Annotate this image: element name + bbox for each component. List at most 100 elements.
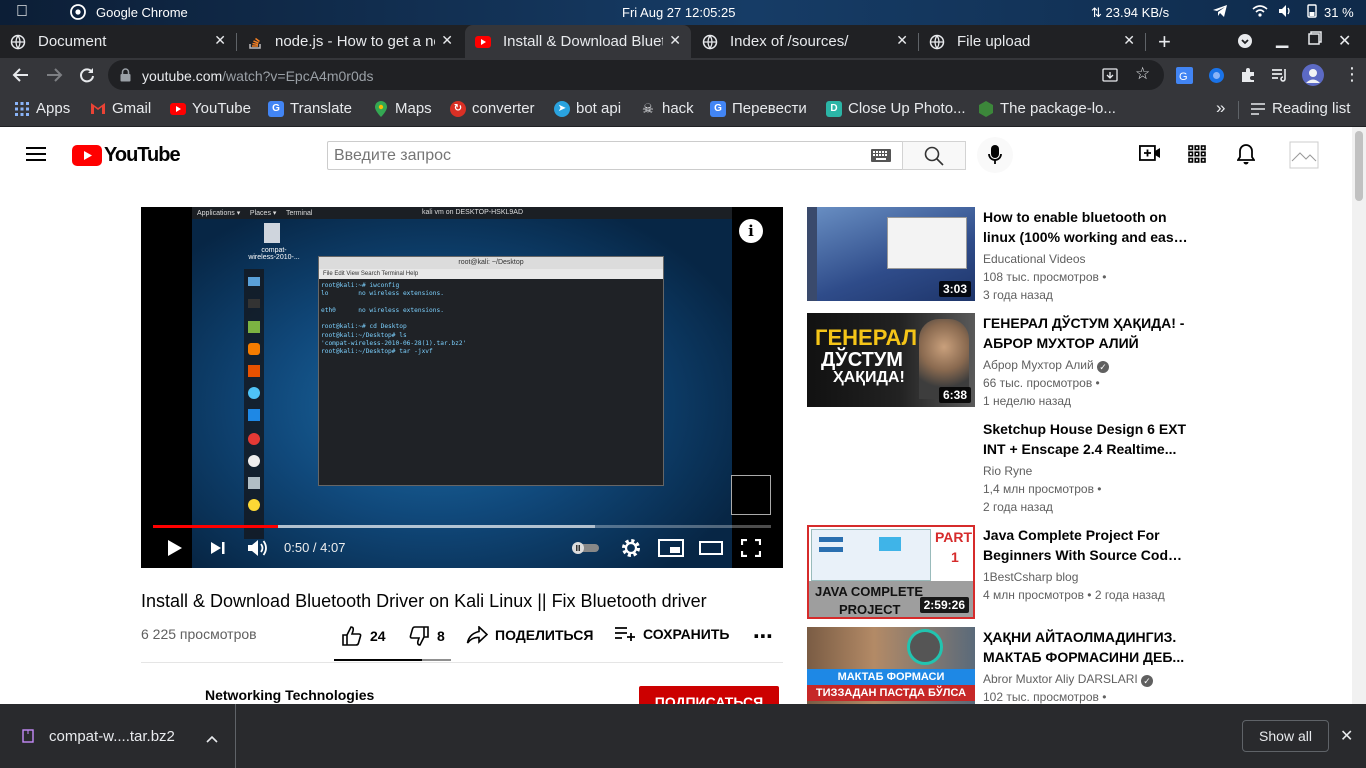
bookmark-bot-api[interactable]: ➤ bot api bbox=[554, 100, 621, 117]
close-tab-icon[interactable]: ✕ bbox=[214, 32, 226, 49]
bookmark-converter[interactable]: ↻ converter bbox=[450, 100, 535, 117]
create-video-icon[interactable] bbox=[1138, 144, 1161, 167]
next-video-icon[interactable] bbox=[210, 541, 226, 560]
bookmark-youtube[interactable]: YouTube bbox=[170, 100, 251, 117]
close-tab-icon[interactable]: ✕ bbox=[441, 32, 453, 49]
voice-search-button[interactable] bbox=[977, 137, 1013, 173]
recommendation-title[interactable]: ГЕНЕРАЛ ДЎСТУМ ҲАҚИДА! - АБРОР МУХТОР АЛИ… bbox=[983, 313, 1188, 353]
google-translate-ext-icon[interactable]: G bbox=[1176, 67, 1193, 89]
share-button[interactable]: ПОДЕЛИТЬСЯ bbox=[466, 626, 593, 644]
media-control-icon[interactable] bbox=[1271, 68, 1288, 88]
recommendation-item[interactable]: Sketchup House Design 6 EXT INT + Enscape… bbox=[807, 419, 1227, 519]
bookmark-close-up-photo[interactable]: D Close Up Photo... bbox=[826, 100, 966, 117]
bookmark-apps[interactable]: Apps bbox=[14, 100, 70, 117]
reload-icon[interactable] bbox=[78, 66, 96, 89]
more-actions-icon[interactable]: ⋯ bbox=[753, 624, 773, 649]
video-thumbnail[interactable] bbox=[807, 419, 975, 513]
progress-bar[interactable] bbox=[153, 525, 771, 528]
address-bar[interactable]: youtube.com/watch?v=EpcA4m0r0ds ☆ bbox=[108, 60, 1164, 90]
wifi-icon[interactable] bbox=[1252, 4, 1268, 21]
tab-youtube-video[interactable]: Install & Download Bluet ✕ bbox=[465, 25, 691, 58]
recommendation-channel[interactable]: 1BestCsharp blog bbox=[983, 570, 1078, 584]
recommendation-channel[interactable]: Rio Ryne bbox=[983, 464, 1032, 478]
reading-list-button[interactable]: Reading list bbox=[1250, 100, 1350, 117]
keyboard-icon[interactable] bbox=[871, 149, 891, 167]
recommendation-item[interactable]: 3:03 How to enable bluetooth on linux (10… bbox=[807, 207, 1227, 307]
tab-index-sources[interactable]: Index of /sources/ ✕ bbox=[692, 25, 918, 58]
recommendation-title[interactable]: ҲАҚНИ АЙТАОЛМАДИНГИЗ. МАКТАБ ФОРМАСИНИ ДЕ… bbox=[983, 627, 1188, 667]
bookmark-gmail[interactable]: Gmail bbox=[90, 100, 151, 117]
settings-gear-icon[interactable] bbox=[621, 538, 641, 563]
video-player[interactable]: Applications ▾ Places ▾ Terminal kali vm… bbox=[141, 207, 783, 568]
tab-document[interactable]: Document ✕ bbox=[0, 25, 236, 58]
bookmark-star-icon[interactable]: ☆ bbox=[1135, 64, 1150, 84]
volume-icon[interactable] bbox=[1278, 4, 1294, 21]
recommendation-title[interactable]: Java Complete Project For Beginners With … bbox=[983, 525, 1188, 565]
channel-name[interactable]: Networking Technologies bbox=[205, 687, 374, 703]
close-download-shelf-icon[interactable]: ✕ bbox=[1340, 726, 1353, 746]
recommendation-item[interactable]: PART 1 JAVA COMPLETE PROJECT 2:59:26 Jav… bbox=[807, 525, 1227, 625]
play-icon[interactable] bbox=[167, 539, 183, 562]
video-thumbnail[interactable]: ГЕНЕРАЛ ДЎСТУМ ҲАҚИДА! 6:38 bbox=[807, 313, 975, 407]
miniplayer-icon[interactable] bbox=[658, 539, 684, 562]
info-icon[interactable]: i bbox=[739, 219, 763, 243]
apps-grid-icon[interactable] bbox=[1188, 145, 1206, 168]
close-tab-icon[interactable]: ✕ bbox=[669, 32, 681, 49]
subscribe-button[interactable]: ПОДПИСАТЬСЯ bbox=[639, 686, 779, 704]
new-tab-plus-icon[interactable]: + bbox=[1158, 29, 1171, 55]
save-button[interactable]: СОХРАНИТЬ bbox=[614, 626, 729, 642]
show-all-downloads-button[interactable]: Show all bbox=[1242, 720, 1329, 752]
video-thumbnail[interactable]: 3:03 bbox=[807, 207, 975, 301]
download-item[interactable]: compat-w....tar.bz2 bbox=[0, 704, 236, 768]
bookmark-perevesti[interactable]: G Перевести bbox=[710, 100, 807, 117]
tab-file-upload[interactable]: File upload ✕ bbox=[919, 25, 1145, 58]
end-card-thumbnail[interactable] bbox=[731, 475, 771, 515]
maximize-icon[interactable] bbox=[1308, 31, 1322, 49]
theater-mode-icon[interactable] bbox=[699, 540, 723, 561]
autoplay-toggle[interactable] bbox=[571, 541, 601, 560]
recommendation-channel[interactable]: Abror Muxtor Aliy DARSLARI ✓ bbox=[983, 672, 1154, 687]
recommendation-title[interactable]: How to enable bluetooth on linux (100% wo… bbox=[983, 207, 1188, 247]
fullscreen-icon[interactable] bbox=[740, 538, 762, 562]
close-window-icon[interactable]: ✕ bbox=[1338, 31, 1351, 51]
chrome-menu-icon[interactable]: ⋮ bbox=[1343, 64, 1361, 85]
bookmark-hack[interactable]: ☠ hack bbox=[640, 100, 694, 117]
recommendation-channel[interactable]: Educational Videos bbox=[983, 252, 1086, 266]
telegram-icon[interactable] bbox=[1212, 4, 1228, 21]
more-bookmarks-chevron-icon[interactable]: » bbox=[1216, 98, 1225, 118]
bookmark-package-lock[interactable]: The package-lo... bbox=[978, 100, 1116, 117]
dislike-button[interactable]: 8 bbox=[409, 626, 445, 646]
minimize-icon[interactable]: ▁ bbox=[1276, 29, 1288, 49]
scrollbar-thumb[interactable] bbox=[1355, 131, 1363, 201]
search-button[interactable] bbox=[902, 141, 966, 170]
tab-title: File upload bbox=[957, 33, 1031, 50]
like-button[interactable]: 24 bbox=[342, 626, 386, 646]
chevron-up-icon[interactable] bbox=[206, 730, 218, 748]
tab-nodejs[interactable]: node.js - How to get a nod ✕ bbox=[237, 25, 463, 58]
apple-icon[interactable]:  bbox=[16, 3, 28, 21]
recommendation-channel[interactable]: Аброр Мухтор Алий ✓ bbox=[983, 358, 1110, 373]
youtube-logo[interactable]: YouTube bbox=[72, 144, 181, 167]
battery-icon[interactable] bbox=[1304, 4, 1320, 21]
lock-icon[interactable] bbox=[120, 68, 131, 87]
forward-arrow-icon[interactable] bbox=[45, 66, 63, 89]
extensions-puzzle-icon[interactable] bbox=[1240, 67, 1256, 88]
search-input[interactable] bbox=[328, 142, 848, 169]
hamburger-menu-icon[interactable] bbox=[26, 146, 46, 167]
bookmark-maps[interactable]: Maps bbox=[373, 100, 432, 117]
install-app-icon[interactable] bbox=[1102, 67, 1118, 88]
page-scrollbar[interactable] bbox=[1352, 127, 1366, 704]
recommendation-item[interactable]: ГЕНЕРАЛ ДЎСТУМ ҲАҚИДА! 6:38 ГЕНЕРАЛ ДЎСТ… bbox=[807, 313, 1227, 413]
notifications-bell-icon[interactable] bbox=[1236, 144, 1256, 170]
recommendation-title[interactable]: Sketchup House Design 6 EXT INT + Enscape… bbox=[983, 419, 1188, 459]
account-avatar[interactable] bbox=[1289, 141, 1319, 174]
profile-avatar-icon[interactable] bbox=[1302, 64, 1324, 91]
close-tab-icon[interactable]: ✕ bbox=[896, 32, 908, 49]
back-arrow-icon[interactable] bbox=[12, 66, 30, 89]
bookmark-translate[interactable]: G Translate bbox=[268, 100, 352, 117]
vpn-ext-icon[interactable] bbox=[1208, 67, 1225, 89]
tab-search-icon[interactable] bbox=[1237, 33, 1253, 53]
close-tab-icon[interactable]: ✕ bbox=[1123, 32, 1135, 49]
volume-icon[interactable] bbox=[247, 538, 269, 563]
video-thumbnail[interactable]: PART 1 JAVA COMPLETE PROJECT 2:59:26 bbox=[807, 525, 975, 619]
